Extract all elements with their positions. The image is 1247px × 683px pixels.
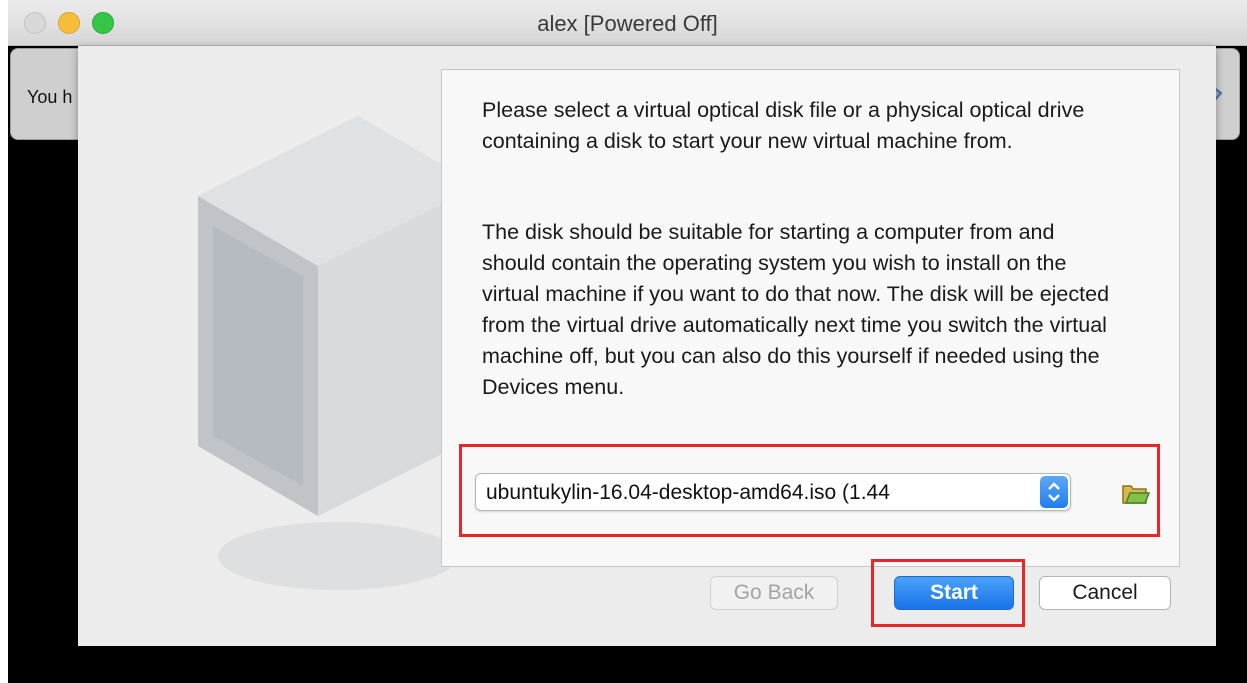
chevron-updown-icon[interactable] [1040, 476, 1068, 508]
instructions-paragraph-2: The disk should be suitable for starting… [482, 220, 1110, 399]
cancel-button[interactable]: Cancel [1039, 576, 1171, 610]
start-button[interactable]: Start [894, 576, 1014, 610]
disk-select-dropdown[interactable]: ubuntukylin-16.04-desktop-amd64.iso (1.4… [475, 473, 1071, 511]
window-title: alex [Powered Off] [537, 11, 718, 36]
folder-open-icon[interactable] [1120, 478, 1150, 508]
go-back-button[interactable]: Go Back [710, 576, 838, 610]
virtualbox-logo [198, 116, 478, 590]
window-titlebar: alex [Powered Off] [8, 0, 1247, 46]
instructions-paragraph-1: Please select a virtual optical disk fil… [482, 98, 1085, 153]
start-disk-dialog: Please select a virtual optical disk fil… [78, 46, 1216, 646]
disk-select-value: ubuntukylin-16.04-desktop-amd64.iso (1.4… [486, 481, 890, 504]
